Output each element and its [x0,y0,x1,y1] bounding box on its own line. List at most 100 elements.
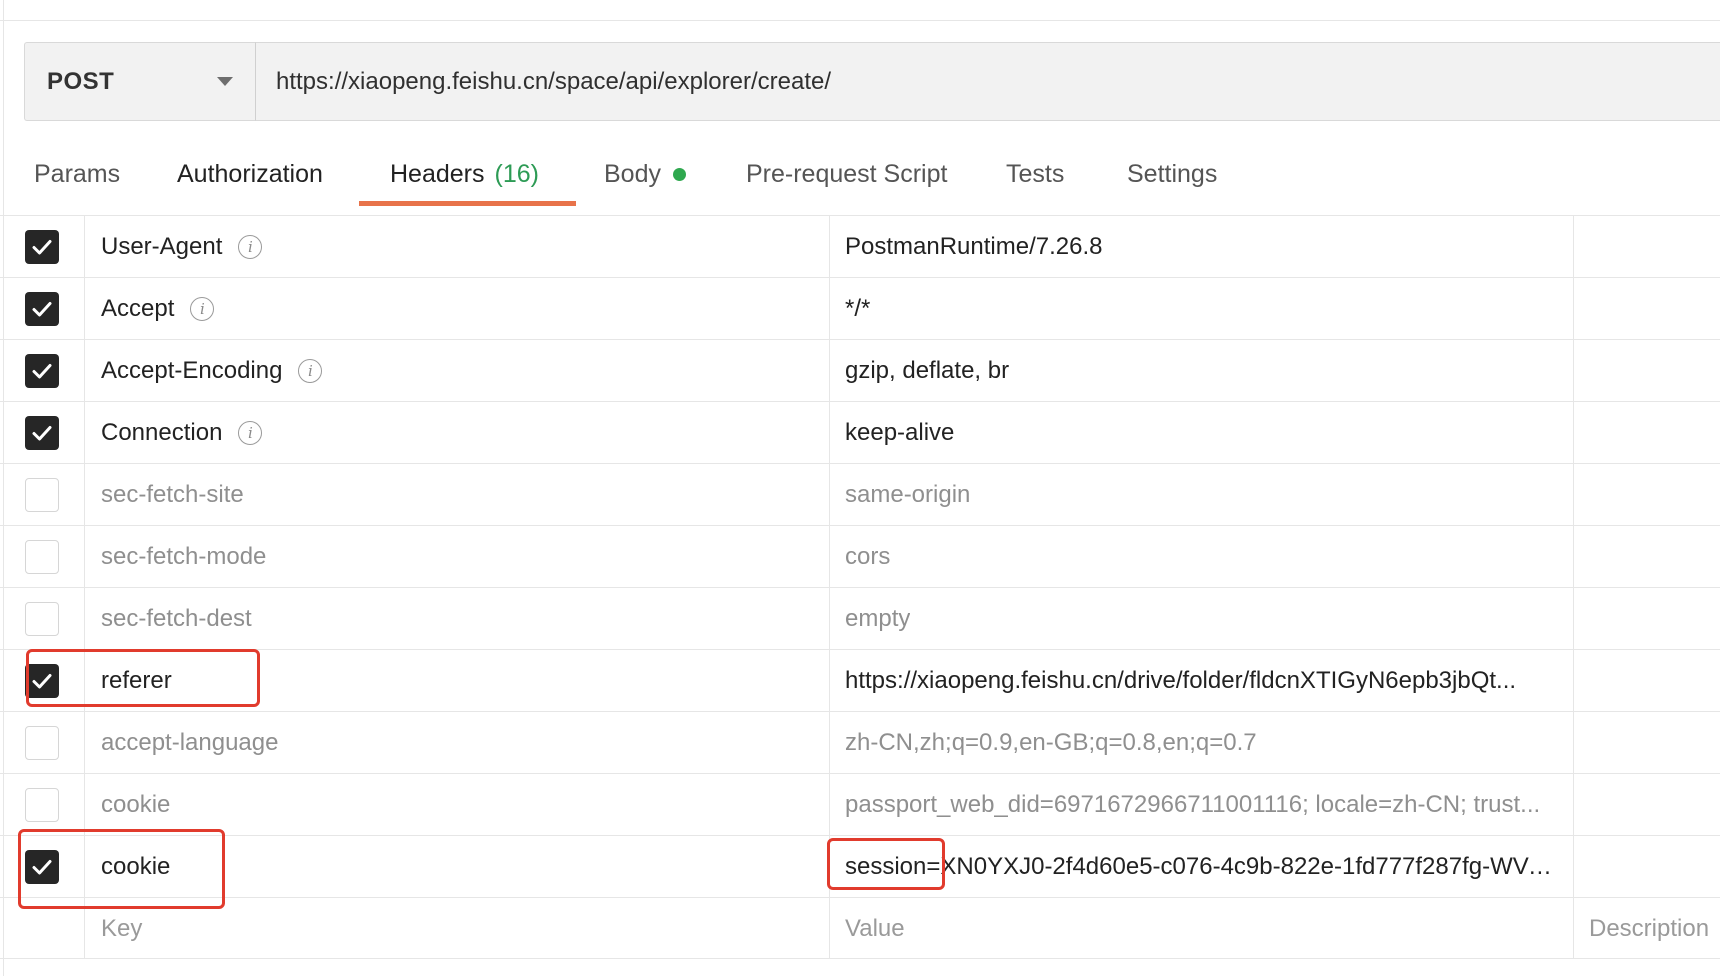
checkbox-checked[interactable] [25,353,59,388]
header-description-cell[interactable] [1573,340,1720,401]
tab-body-label: Body [604,159,661,188]
header-key-cell[interactable]: referer [84,650,829,711]
header-description-cell[interactable] [1573,650,1720,711]
table-row: cookie session=XN0YXJ0-2f4d60e5-c076-4c9b… [0,835,1720,897]
checkbox-checked[interactable] [25,229,59,264]
method-label: POST [47,67,115,95]
header-value: empty [845,604,911,632]
header-description-cell[interactable] [1573,216,1720,277]
header-value: same-origin [845,480,971,508]
value-placeholder: Value [845,914,905,942]
header-value: passport_web_did=6971672966711001116; lo… [845,790,1541,818]
header-key-cell[interactable]: sec-fetch-mode [84,526,829,587]
header-key: Accept [101,294,175,322]
table-row: cookie passport_web_did=69716729667110011… [0,773,1720,835]
header-value: zh-CN,zh;q=0.9,en-GB;q=0.8,en;q=0.7 [845,728,1257,756]
checkbox-unchecked[interactable] [25,477,59,512]
header-value-cell[interactable]: https://xiaopeng.feishu.cn/drive/folder/… [829,650,1573,711]
header-value-cell[interactable]: empty [829,588,1573,649]
tab-params-label: Params [34,159,121,188]
header-value-cell[interactable]: cors [829,526,1573,587]
tab-body[interactable]: Body [604,140,686,208]
checkbox-checked[interactable] [25,663,59,698]
header-value-cell[interactable]: keep-alive [829,402,1573,463]
header-value-cell[interactable]: same-origin [829,464,1573,525]
description-placeholder: Description [1589,914,1710,942]
tab-headers[interactable]: Headers (16) [390,140,539,208]
checkbox-unchecked[interactable] [25,787,59,822]
row-check-cell [0,836,84,897]
header-value: PostmanRuntime/7.26.8 [845,232,1103,260]
header-key-cell[interactable]: accept-language [84,712,829,773]
header-description-cell[interactable] [1573,526,1720,587]
url-text: https://xiaopeng.feishu.cn/space/api/exp… [276,67,831,95]
header-key: sec-fetch-dest [101,604,252,632]
header-key-cell[interactable]: User-Agent i [84,216,829,277]
new-description-input[interactable]: Description [1573,898,1720,959]
header-key-cell[interactable]: Connection i [84,402,829,463]
method-dropdown[interactable]: POST [24,42,255,121]
checkbox-unchecked[interactable] [25,539,59,574]
header-key-cell[interactable]: Accept-Encoding i [84,340,829,401]
header-value-cell[interactable]: */* [829,278,1573,339]
header-description-cell[interactable] [1573,836,1720,897]
header-value: cors [845,542,891,570]
new-value-input[interactable]: Value [829,898,1573,959]
table-row: Connection i keep-alive [0,401,1720,463]
row-check-cell [0,340,84,401]
table-row: Accept-Encoding i gzip, deflate, br [0,339,1720,401]
checkbox-checked[interactable] [25,849,59,884]
header-description-cell[interactable] [1573,464,1720,525]
row-check-cell [0,774,84,835]
tab-authorization-label: Authorization [177,159,323,188]
checkbox-unchecked[interactable] [25,601,59,636]
checkbox-unchecked[interactable] [25,725,59,760]
row-check-cell [0,712,84,773]
header-value-cell[interactable]: passport_web_did=6971672966711001116; lo… [829,774,1573,835]
new-key-input[interactable]: Key [84,898,829,959]
body-indicator-dot-icon [672,167,686,181]
table-row: sec-fetch-dest empty [0,587,1720,649]
tab-tests-label: Tests [1006,159,1065,188]
headers-table: User-Agent i PostmanRuntime/7.26.8 Accept i *… [0,215,1720,959]
checkbox-checked[interactable] [25,415,59,450]
request-tabs: Params Authorization Headers (16) Body P… [0,140,1720,208]
header-key-cell[interactable]: cookie [84,774,829,835]
header-description-cell[interactable] [1573,278,1720,339]
info-icon[interactable]: i [190,296,215,321]
tab-params[interactable]: Params [34,140,120,208]
tab-settings-label: Settings [1127,159,1218,188]
table-row: referer https://xiaopeng.feishu.cn/drive/… [0,649,1720,711]
header-key-cell[interactable]: Accept i [84,278,829,339]
header-key: accept-language [101,728,279,756]
header-description-cell[interactable] [1573,588,1720,649]
tab-tests[interactable]: Tests [1006,140,1064,208]
tab-authorization[interactable]: Authorization [177,140,323,208]
table-row: accept-language zh-CN,zh;q=0.9,en-GB;q=0.… [0,711,1720,773]
tab-settings[interactable]: Settings [1127,140,1217,208]
header-description-cell[interactable] [1573,402,1720,463]
header-key: referer [101,666,172,694]
chevron-down-icon [217,77,233,86]
header-key-cell[interactable]: cookie [84,836,829,897]
header-value-cell[interactable]: gzip, deflate, br [829,340,1573,401]
info-icon[interactable]: i [238,234,263,259]
header-key-cell[interactable]: sec-fetch-dest [84,588,829,649]
checkbox-checked[interactable] [25,291,59,326]
tab-pre-request-script[interactable]: Pre-request Script [746,140,947,208]
header-value-cell[interactable]: PostmanRuntime/7.26.8 [829,216,1573,277]
header-description-cell[interactable] [1573,774,1720,835]
header-value-cell[interactable]: zh-CN,zh;q=0.9,en-GB;q=0.8,en;q=0.7 [829,712,1573,773]
key-placeholder: Key [101,914,143,942]
header-value-cell[interactable]: session=XN0YXJ0-2f4d60e5-c076-4c9b-822e-… [829,836,1573,897]
header-description-cell[interactable] [1573,712,1720,773]
row-check-cell [0,278,84,339]
info-icon[interactable]: i [298,358,323,383]
tab-headers-label: Headers [390,159,485,188]
url-input[interactable]: https://xiaopeng.feishu.cn/space/api/exp… [255,42,1720,121]
info-icon[interactable]: i [238,420,263,445]
headers-count-badge: (16) [494,159,539,188]
header-value: gzip, deflate, br [845,356,1010,384]
header-key-cell[interactable]: sec-fetch-site [84,464,829,525]
top-divider [0,20,1720,21]
